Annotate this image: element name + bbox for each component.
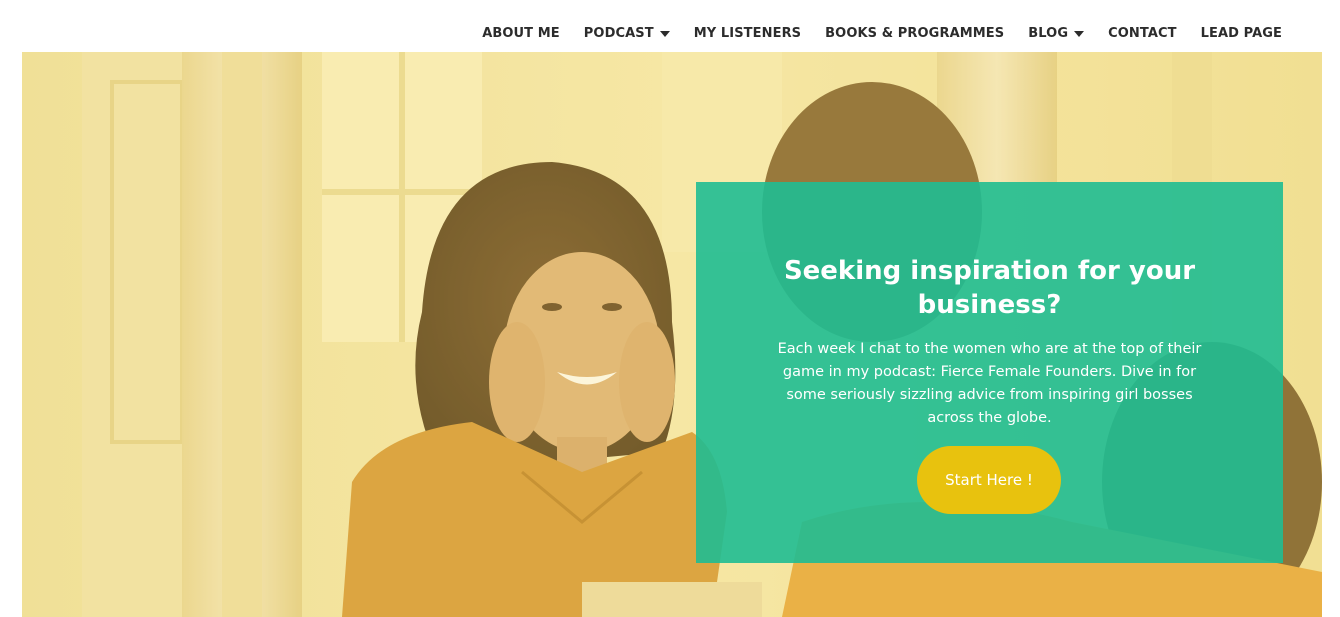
nav-item-label: BOOKS & PROGRAMMES <box>825 26 1005 41</box>
nav-item-lead-page[interactable]: LEAD PAGE <box>1201 25 1282 43</box>
start-here-button[interactable]: Start Here ! <box>917 446 1061 514</box>
chevron-down-icon <box>659 31 670 37</box>
chevron-down-icon <box>1074 31 1085 37</box>
nav-item-label: ABOUT ME <box>482 26 560 41</box>
nav-item-contact[interactable]: CONTACT <box>1108 25 1177 43</box>
nav-item-label: LEAD PAGE <box>1200 26 1282 41</box>
nav-item-books-programmes[interactable]: BOOKS & PROGRAMMES <box>825 25 1004 43</box>
nav-item-blog[interactable]: BLOG <box>1028 25 1085 43</box>
nav-item-label: MY LISTENERS <box>693 26 802 41</box>
hero-section: Seeking inspiration for your business? E… <box>22 52 1322 617</box>
nav-item-about-me[interactable]: ABOUT ME <box>482 25 560 43</box>
nav-item-podcast[interactable]: PODCAST <box>584 25 670 43</box>
nav-item-label: CONTACT <box>1108 26 1177 41</box>
main-navigation: ABOUT ME PODCAST MY LISTENERS BOOKS & PR… <box>0 0 1340 52</box>
nav-item-label: BLOG <box>1028 26 1069 41</box>
nav-item-my-listeners[interactable]: MY LISTENERS <box>694 25 801 43</box>
hero-description: Each week I chat to the women who are at… <box>777 341 1202 426</box>
nav-menu: ABOUT ME PODCAST MY LISTENERS BOOKS & PR… <box>482 25 1282 43</box>
hero-callout-box: Seeking inspiration for your business? E… <box>696 182 1283 563</box>
nav-item-label: PODCAST <box>583 26 654 41</box>
hero-title: Seeking inspiration for your business? <box>783 256 1196 320</box>
